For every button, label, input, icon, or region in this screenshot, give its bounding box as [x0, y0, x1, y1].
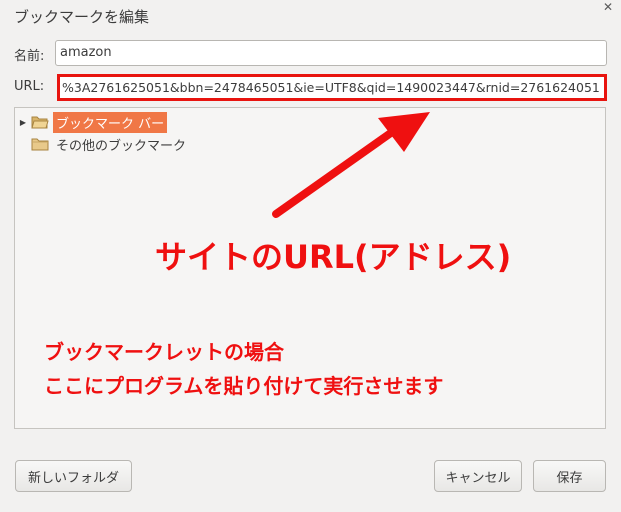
new-folder-button[interactable]: 新しいフォルダ — [15, 460, 132, 492]
save-button[interactable]: 保存 — [533, 460, 606, 492]
cancel-button[interactable]: キャンセル — [434, 460, 522, 492]
bookmarklet-annotation-line1: ブックマークレットの場合 — [44, 340, 284, 364]
edit-bookmark-dialog: ブックマークを編集 ✕ 名前: amazon URL: %3A276162505… — [0, 0, 621, 512]
bookmarklet-annotation-line2: ここにプログラムを貼り付けて実行させます — [44, 374, 444, 398]
url-annotation-text: サイトのURL(アドレス) — [155, 238, 512, 276]
